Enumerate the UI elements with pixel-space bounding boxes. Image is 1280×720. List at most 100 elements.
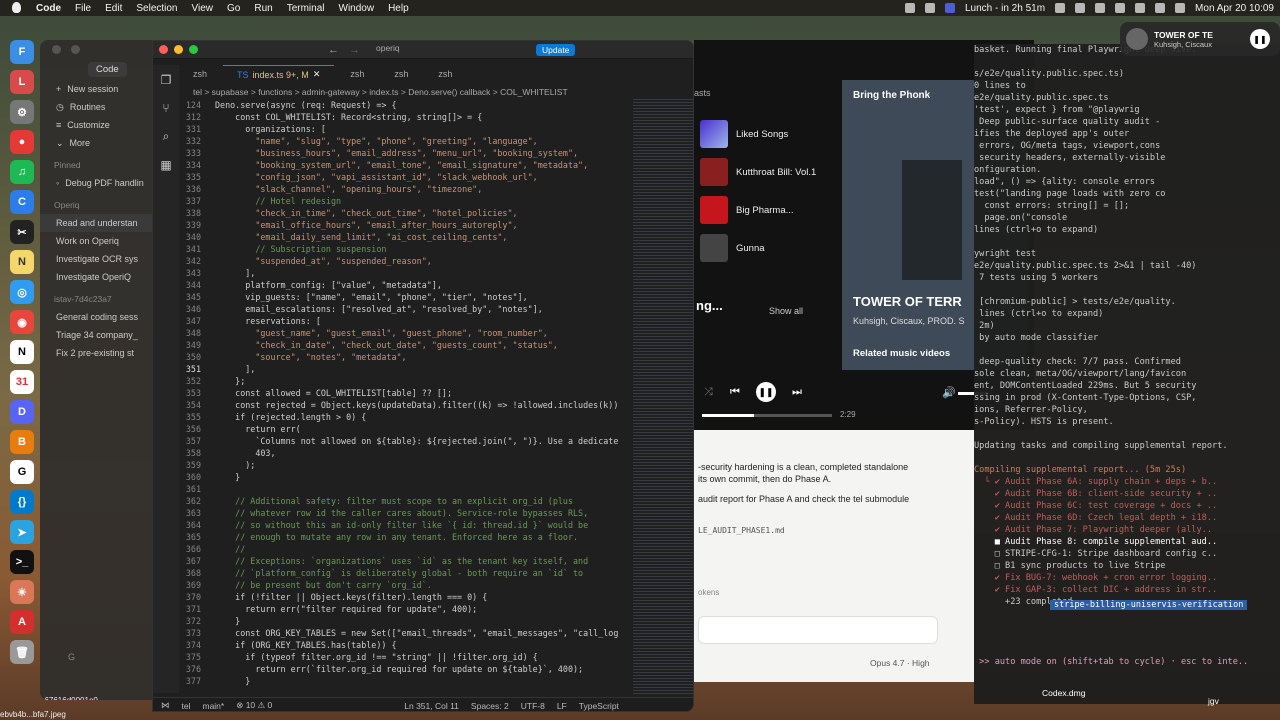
branch-label[interactable]: tel — [182, 701, 191, 711]
chat-input[interactable] — [698, 616, 938, 644]
session-item[interactable]: Read and understan — [40, 214, 152, 232]
close-dot[interactable] — [52, 44, 61, 54]
file-chip[interactable]: LE_AUDIT_PHASE1.md — [698, 526, 785, 535]
safari-icon[interactable]: ◎ — [10, 280, 34, 304]
library-item[interactable]: Liked Songs — [700, 120, 830, 148]
tab-zsh[interactable]: zsh — [179, 65, 221, 83]
finder-icon[interactable]: F — [10, 40, 34, 64]
code-line[interactable]: 334 "booking_system_url", "email_tone", … — [179, 159, 629, 171]
code-line[interactable]: 349 "check_in_date", "check_out_date", "… — [179, 339, 629, 351]
code-line[interactable]: 344 platform_config: ["value", "metadata… — [179, 279, 629, 291]
search-input[interactable]: operiq — [370, 43, 530, 56]
code-line[interactable]: 336 "slack_channel", "opening_hours", "t… — [179, 183, 629, 195]
session-item[interactable]: Fix 2 pre-existing st — [40, 344, 152, 362]
cursor-position[interactable]: Ln 351, Col 11 — [404, 701, 459, 711]
menu-terminal[interactable]: Terminal — [287, 3, 325, 14]
tab-index-ts[interactable]: TS index.ts 9+, M ✕ — [223, 65, 335, 83]
close-icon[interactable]: ✕ — [313, 69, 321, 80]
code-line[interactable]: 375 if (typeof filter.org_id !== "string… — [179, 651, 629, 663]
code-line[interactable]: 368 // `platform_config` is deliberately… — [179, 567, 629, 579]
back-arrow-icon[interactable]: ← — [328, 44, 339, 56]
volume-icon[interactable]: 🔊 — [942, 386, 956, 399]
menu-file[interactable]: File — [75, 3, 91, 14]
todo-icon[interactable]: ● — [10, 130, 34, 154]
calendar-icon[interactable]: 31 — [10, 370, 34, 394]
model-selector[interactable]: Opus 4.7 · High — [870, 658, 930, 668]
code-line[interactable]: 370 if (!filter || Object.keys(filter).l… — [179, 591, 629, 603]
remote-icon[interactable]: ⋈ — [161, 700, 170, 711]
settings-icon[interactable]: ⚙ — [10, 100, 34, 124]
notion-icon[interactable]: N — [10, 340, 34, 364]
library-item[interactable]: Kutthroat Bill: Vol.1 — [700, 158, 830, 186]
blender-icon[interactable]: B — [10, 430, 34, 454]
code-line[interactable]: 335 "config_json", "vapi_assistant_id", … — [179, 171, 629, 183]
error-count[interactable]: ⊗ 10 ⚠ 0 — [236, 700, 272, 711]
code-line[interactable]: 343 ], — [179, 267, 629, 279]
tab-zsh[interactable]: zsh — [380, 65, 422, 83]
code-line[interactable]: 347 reservations: [ — [179, 315, 629, 327]
explorer-icon[interactable]: ❐ — [161, 73, 172, 87]
code-line[interactable]: 364 // so without this an id-only filter… — [179, 519, 629, 531]
chrome-icon[interactable]: ◉ — [10, 310, 34, 334]
pause-button[interactable]: ❚❚ — [1250, 29, 1270, 49]
code-line[interactable]: 332 "name", "slug", "type", "phone", "gr… — [179, 135, 629, 147]
desktop-file-label[interactable]: Codex.dmg — [1042, 688, 1085, 698]
minimap[interactable] — [633, 99, 693, 695]
session-item[interactable]: Triage 34 company_ — [40, 326, 152, 344]
code-line[interactable]: 373 const ORG_KEY_TABLES = new Set(["ema… — [179, 627, 629, 639]
customize-item[interactable]: ≡ Customize — [40, 116, 152, 134]
battery-icon[interactable] — [1095, 3, 1106, 13]
source-control-icon[interactable]: ⑂ — [162, 101, 169, 115]
desktop-file-label[interactable]: jgv — [1208, 696, 1219, 706]
library-item[interactable]: Gunna — [700, 234, 830, 262]
code-line[interactable]: 312 const COL_WHITELIST: Record<string, … — [179, 111, 629, 123]
code-line[interactable]: 369 // be present but don't carry `org_i… — [179, 579, 629, 591]
control-center-icon[interactable] — [1175, 3, 1186, 13]
code-line[interactable]: 353 const allowed = COL_WHITELIST[table]… — [179, 387, 629, 399]
track-title[interactable]: TOWER OF TERR — [853, 294, 962, 309]
language-mode[interactable]: TypeScript — [579, 701, 619, 711]
search-icon[interactable] — [1155, 3, 1166, 13]
trash-icon[interactable]: 🗑 — [10, 640, 34, 664]
code-line[interactable]: 363 // whatever row id the caller cares … — [179, 507, 629, 519]
code-line[interactable]: 331 organizations: [ — [179, 123, 629, 135]
new-session-item[interactable]: + New session — [40, 80, 152, 98]
menu-edit[interactable]: Edit — [105, 3, 122, 14]
track-artists[interactable]: Kuhsigh, Ciscaux, PROD. S — [853, 316, 965, 326]
menu-app-code[interactable]: Code — [36, 3, 61, 14]
menu-run[interactable]: Run — [254, 3, 272, 14]
progress-bar[interactable] — [702, 414, 832, 417]
spotify-icon[interactable]: ♫ — [10, 160, 34, 184]
wifi-icon[interactable] — [1135, 3, 1146, 13]
pause-button[interactable]: ❚❚ — [756, 382, 776, 402]
status-icon[interactable] — [904, 3, 915, 13]
zoom-button[interactable] — [189, 45, 198, 54]
code-line[interactable]: 361 — [179, 483, 629, 495]
code-line[interactable]: 337 // Hotel redesign — [179, 195, 629, 207]
encoding[interactable]: UTF-8 — [521, 701, 545, 711]
launchpad-icon[interactable]: L — [10, 70, 34, 94]
calendar-status[interactable]: Lunch - in 2h 51m — [965, 3, 1045, 14]
menu-selection[interactable]: Selection — [136, 3, 177, 14]
session-item[interactable]: Investigate OperiQ — [40, 268, 152, 286]
extensions-icon[interactable]: ▦ — [160, 158, 171, 172]
code-line[interactable]: 357 `Columns not allowed on ${table}: ${… — [179, 435, 629, 447]
session-item[interactable]: Work on Operiq — [40, 232, 152, 250]
forward-arrow-icon[interactable]: → — [349, 44, 360, 56]
tab-zsh[interactable]: zsh — [424, 65, 466, 83]
shuffle-icon[interactable]: ⤨ — [704, 386, 713, 399]
menu-help[interactable]: Help — [388, 3, 409, 14]
capcut-icon[interactable]: ✂ — [10, 220, 34, 244]
code-line[interactable]: 367 // Exceptions: `organizations` uses … — [179, 555, 629, 567]
code-line[interactable]: 338 "check_in_time", "check_out_time", "… — [179, 207, 629, 219]
eol[interactable]: LF — [557, 701, 567, 711]
code-line[interactable]: 341 // Subscription suspension — [179, 243, 629, 255]
code-line[interactable]: 348 "guest_name", "guest_email", "guest_… — [179, 327, 629, 339]
code-editor[interactable]: 124 Deno.serve(async (req: Request) => {3… — [179, 99, 629, 695]
code-line[interactable]: 359 ); — [179, 459, 629, 471]
code-line[interactable]: 339 "email_office_hours", "email_after_h… — [179, 219, 629, 231]
code-line[interactable]: 340 "email_daily_send_limit", "ai_cost_c… — [179, 231, 629, 243]
code-line[interactable]: 351 ], — [179, 363, 629, 375]
discord-icon[interactable]: D — [10, 400, 34, 424]
next-icon[interactable]: ⏭ — [792, 386, 802, 399]
